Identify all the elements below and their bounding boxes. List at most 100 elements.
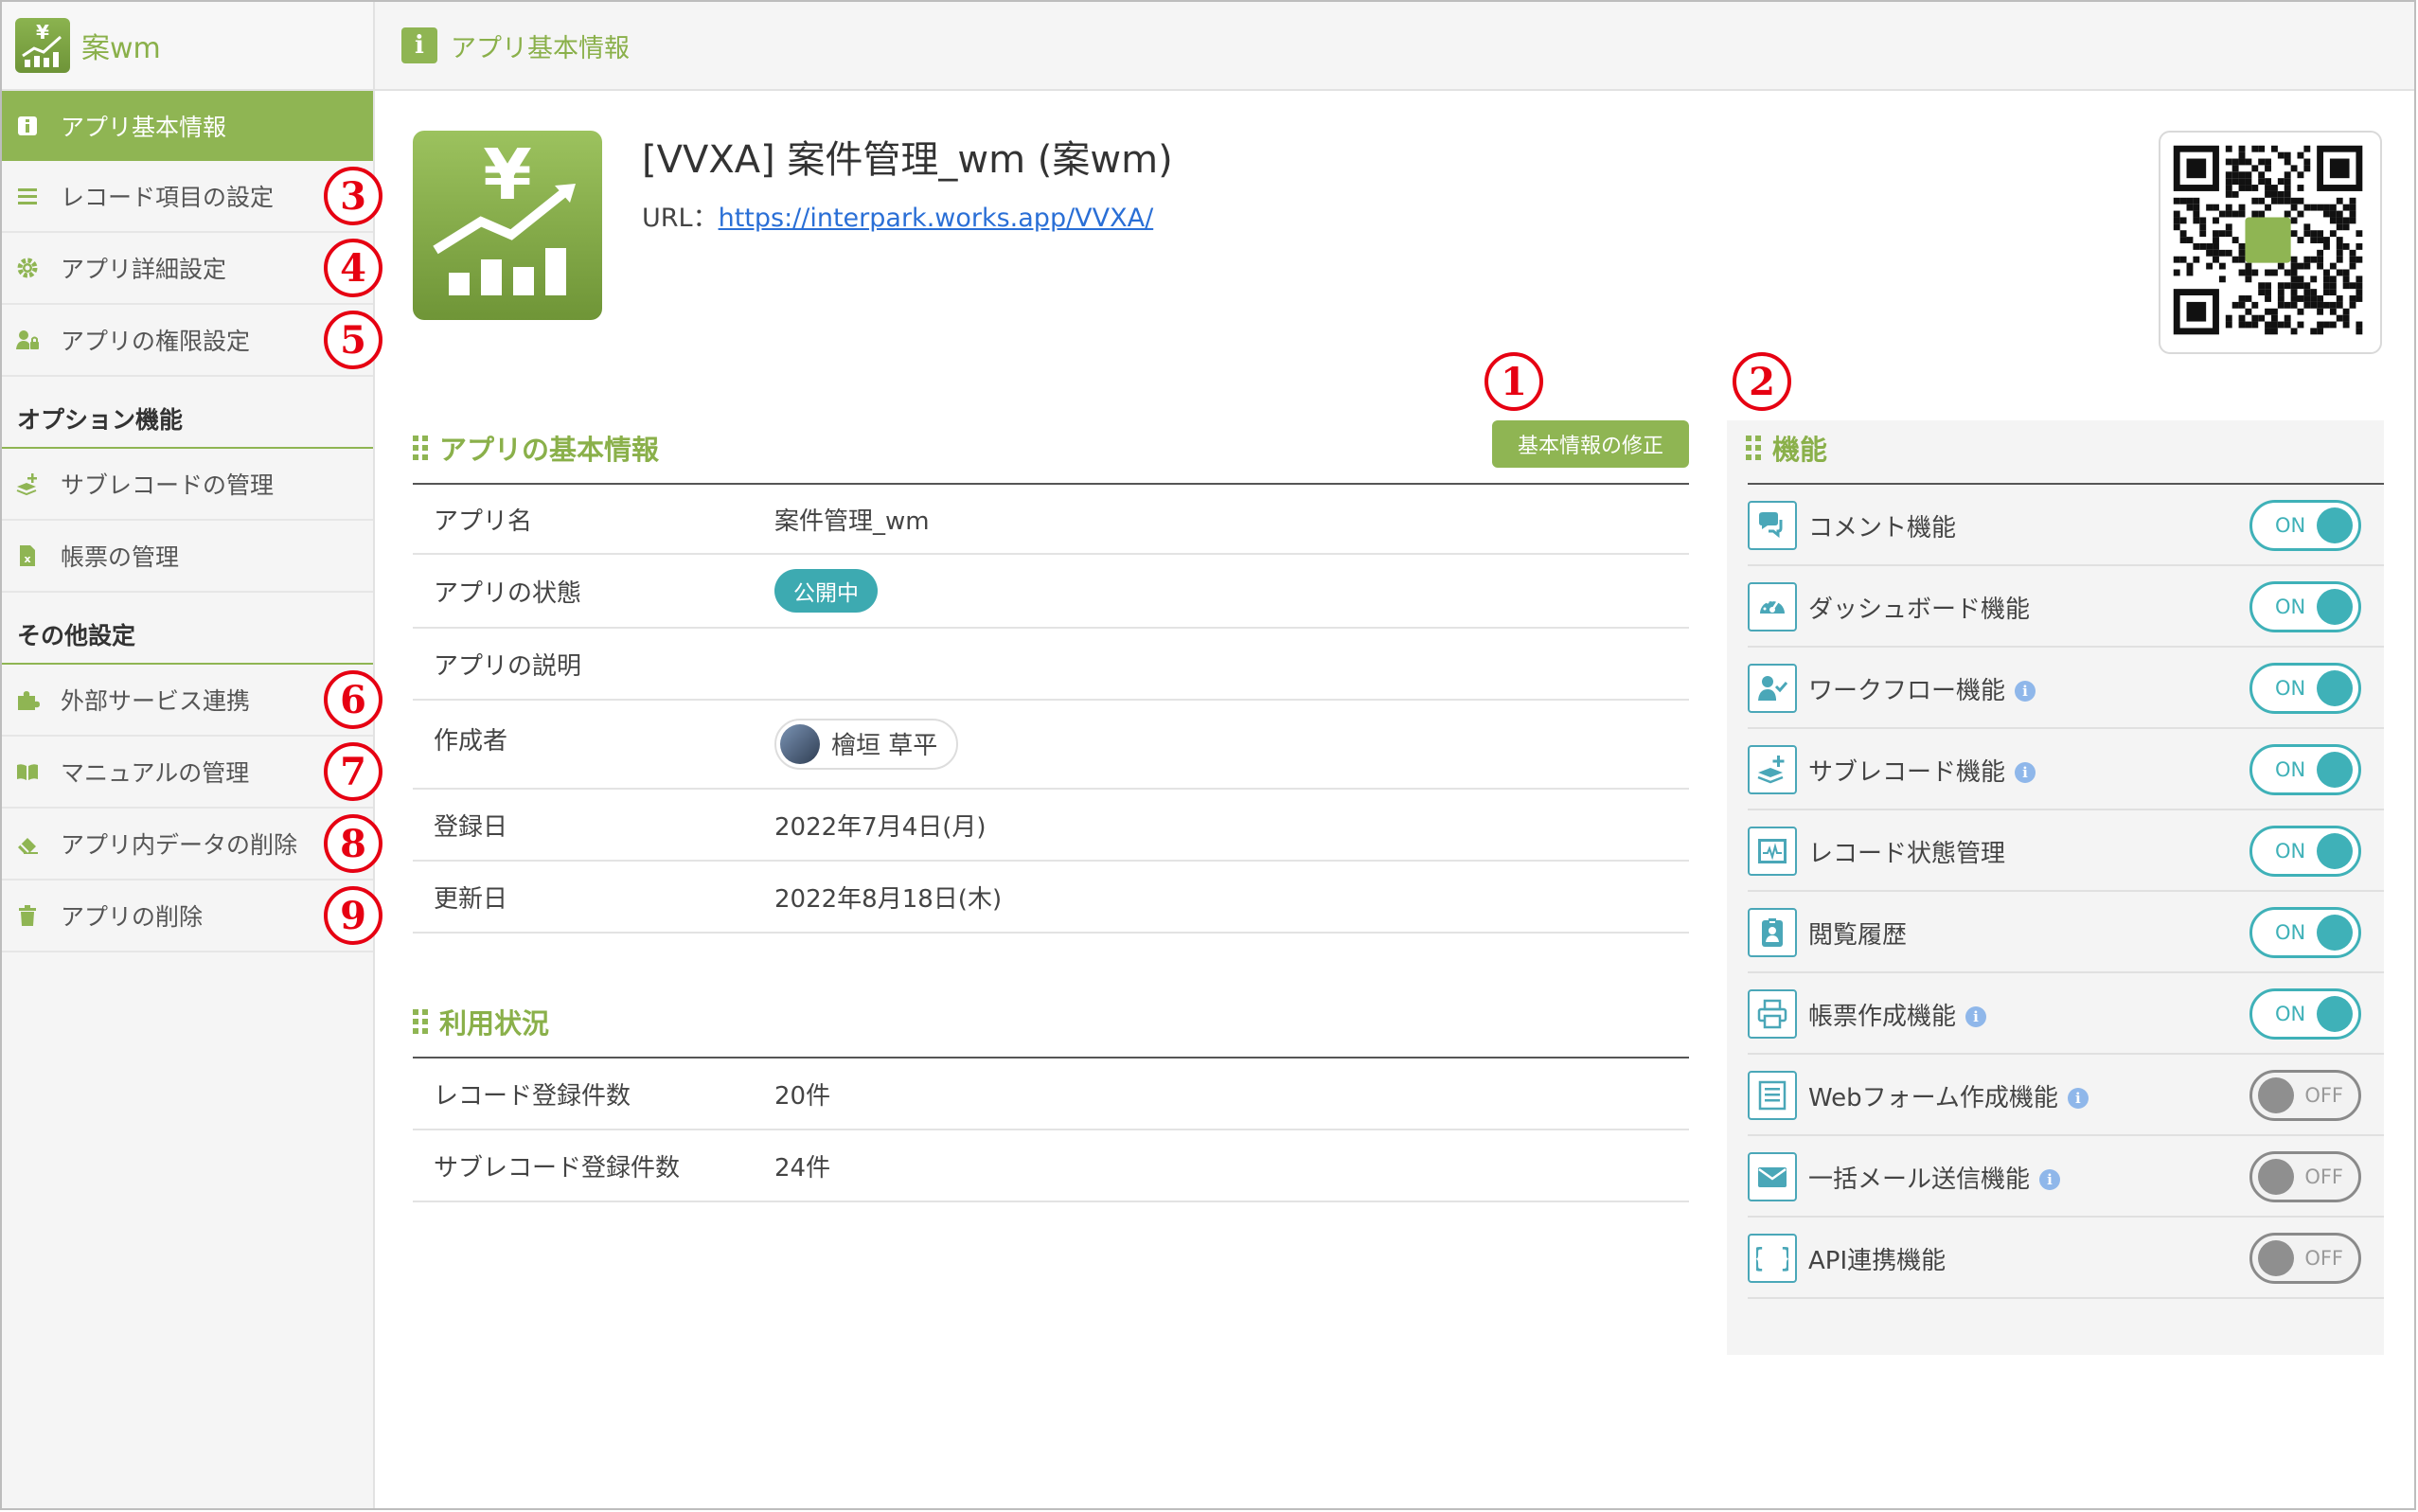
feature-label: ダッシュボード機能 (1808, 595, 2031, 624)
info-icon[interactable]: i (2039, 1169, 2061, 1190)
braces-icon: { } (1748, 1234, 1797, 1283)
annotation-marker-1: 1 (1485, 352, 1543, 411)
gear-icon (15, 256, 40, 280)
sidebar-item-delete-app-data[interactable]: アプリ内データの削除 8 (2, 809, 382, 881)
info-icon: i (401, 27, 437, 63)
table-row: サブレコード登録件数 24件 (413, 1130, 1689, 1202)
sidebar-item-label: アプリの削除 (61, 903, 204, 931)
usage-table: レコード登録件数 20件 サブレコード登録件数 24件 (413, 1057, 1689, 1202)
toggle-knob (2258, 1240, 2294, 1276)
toggle-state-label: OFF (2304, 1084, 2343, 1107)
info-icon[interactable]: i (1965, 1006, 1987, 1027)
table-row: 登録日 2022年7月4日(月) (413, 789, 1689, 862)
app-url-link[interactable]: https://interpark.works.app/VVXA/ (719, 204, 1154, 233)
feature-toggle[interactable]: ON (2249, 744, 2361, 795)
feature-toggle[interactable]: OFF (2249, 1151, 2361, 1202)
toggle-knob (2317, 507, 2353, 543)
updated-date-value: 2022年8月18日(木) (754, 861, 1689, 934)
toggle-knob (2317, 589, 2353, 625)
grip-icon (413, 436, 428, 460)
app-title: [VVXA] 案件管理_wm (案wm) (642, 138, 1173, 182)
feature-toggle[interactable]: OFF (2249, 1070, 2361, 1121)
table-row: 作成者 檜垣 草平 (413, 700, 1689, 790)
creator-chip[interactable]: 檜垣 草平 (774, 718, 959, 770)
table-row: レコード登録件数 20件 (413, 1057, 1689, 1130)
puzzle-icon (15, 687, 40, 712)
status-badge: 公開中 (774, 569, 878, 613)
features-panel: 機能 コメント機能 ON ダッシュボード機能 ON ワークフロー機能 i ON サブレコード機… (1727, 420, 2384, 1355)
sidebar-item-record-fields[interactable]: レコード項目の設定 3 (2, 161, 382, 233)
sidebar-item-app-basic-info[interactable]: アプリ基本情報 (2, 91, 373, 161)
feature-toggle[interactable]: ON (2249, 500, 2361, 551)
section-heading-other: その他設定 (2, 593, 373, 665)
feature-toggle[interactable]: ON (2249, 826, 2361, 877)
feature-toggle[interactable]: ON (2249, 907, 2361, 958)
sidebar-item-label: マニュアルの管理 (61, 759, 250, 787)
page-header: i アプリ基本情報 (375, 2, 2414, 91)
feature-row: サブレコード機能 i ON (1748, 731, 2384, 810)
sidebar-item-form-management[interactable]: x 帳票の管理 (2, 521, 373, 593)
toggle-state-label: ON (2275, 596, 2306, 618)
envelope-icon (1748, 1152, 1797, 1201)
form-list-icon (1748, 1071, 1797, 1120)
feature-toggle[interactable]: ON (2249, 988, 2361, 1040)
feature-row: 帳票作成機能 i ON (1748, 975, 2384, 1055)
sidebar-item-delete-app[interactable]: アプリの削除 9 (2, 881, 382, 952)
annotation-marker-9: 9 (324, 886, 382, 945)
sidebar: ¥ 案wm アプリ基本情報 レコード項目の設定 3 アプリ詳細設定 4 アプリの (2, 2, 382, 1508)
feature-label: API連携機能 (1808, 1246, 1947, 1275)
sidebar-item-label: アプリ基本情報 (61, 114, 227, 141)
printer-icon (1748, 989, 1797, 1039)
info-icon[interactable]: i (2015, 762, 2036, 783)
comments-icon (1748, 501, 1797, 550)
app-url-row: URL：https://interpark.works.app/VVXA/ (642, 197, 1153, 234)
feature-label: 帳票作成機能 i (1808, 997, 1987, 1032)
sidebar-item-external-services[interactable]: 外部サービス連携 6 (2, 665, 382, 737)
feature-toggle[interactable]: ON (2249, 663, 2361, 714)
usage-title: 利用状況 (439, 1007, 550, 1040)
feature-row: Webフォーム作成機能 i OFF (1748, 1057, 2384, 1136)
info-icon[interactable]: i (2067, 1088, 2089, 1109)
sidebar-item-label: アプリ詳細設定 (61, 256, 227, 283)
feature-label: コメント機能 (1808, 513, 1957, 543)
svg-text:x: x (24, 553, 30, 565)
creator-name: 檜垣 草平 (831, 732, 938, 760)
user-check-icon (1748, 664, 1797, 713)
feature-label: 閲覧履歴 (1808, 920, 1908, 950)
info-icon (15, 114, 40, 138)
row-key: 登録日 (413, 789, 754, 862)
app-name-value: 案件管理_wm (754, 483, 1689, 555)
sidebar-item-label: 帳票の管理 (61, 543, 180, 571)
registered-date-value: 2022年7月4日(月) (754, 789, 1689, 862)
brand[interactable]: ¥ 案wm (2, 2, 373, 91)
toggle-state-label: OFF (2304, 1165, 2343, 1188)
sidebar-item-app-permissions[interactable]: アプリの権限設定 5 (2, 305, 382, 377)
excel-file-icon: x (15, 543, 40, 568)
annotation-marker-4: 4 (324, 239, 382, 297)
sidebar-item-manual-management[interactable]: マニュアルの管理 7 (2, 737, 382, 809)
svg-text:¥: ¥ (36, 21, 49, 44)
info-icon[interactable]: i (2015, 681, 2036, 702)
layers-plus-icon (15, 471, 40, 496)
feature-toggle[interactable]: ON (2249, 581, 2361, 632)
toggle-knob (2258, 1077, 2294, 1113)
toggle-state-label: OFF (2304, 1247, 2343, 1270)
feature-row: ダッシュボード機能 ON (1748, 568, 2384, 648)
table-row: 更新日 2022年8月18日(木) (413, 861, 1689, 934)
sidebar-item-label: アプリの権限設定 (61, 328, 251, 355)
app-icon: ¥ (413, 131, 602, 320)
feature-toggle[interactable]: OFF (2249, 1233, 2361, 1284)
qr-code (2159, 131, 2382, 354)
app-logo-icon: ¥ (15, 18, 70, 73)
toggle-knob (2317, 915, 2353, 951)
sidebar-item-label: レコード項目の設定 (61, 184, 275, 211)
row-key: サブレコード登録件数 (413, 1130, 754, 1202)
feature-label: サブレコード機能 i (1808, 753, 2036, 788)
feature-row: 閲覧履歴 ON (1748, 894, 2384, 973)
edit-basic-info-button[interactable]: 基本情報の修正 (1492, 420, 1689, 468)
list-icon (15, 184, 40, 208)
sidebar-item-app-detail-settings[interactable]: アプリ詳細設定 4 (2, 233, 382, 305)
sidebar-item-subrecord-management[interactable]: サブレコードの管理 (2, 449, 373, 521)
id-badge-icon (1748, 908, 1797, 957)
layers-plus-icon (1748, 745, 1797, 794)
